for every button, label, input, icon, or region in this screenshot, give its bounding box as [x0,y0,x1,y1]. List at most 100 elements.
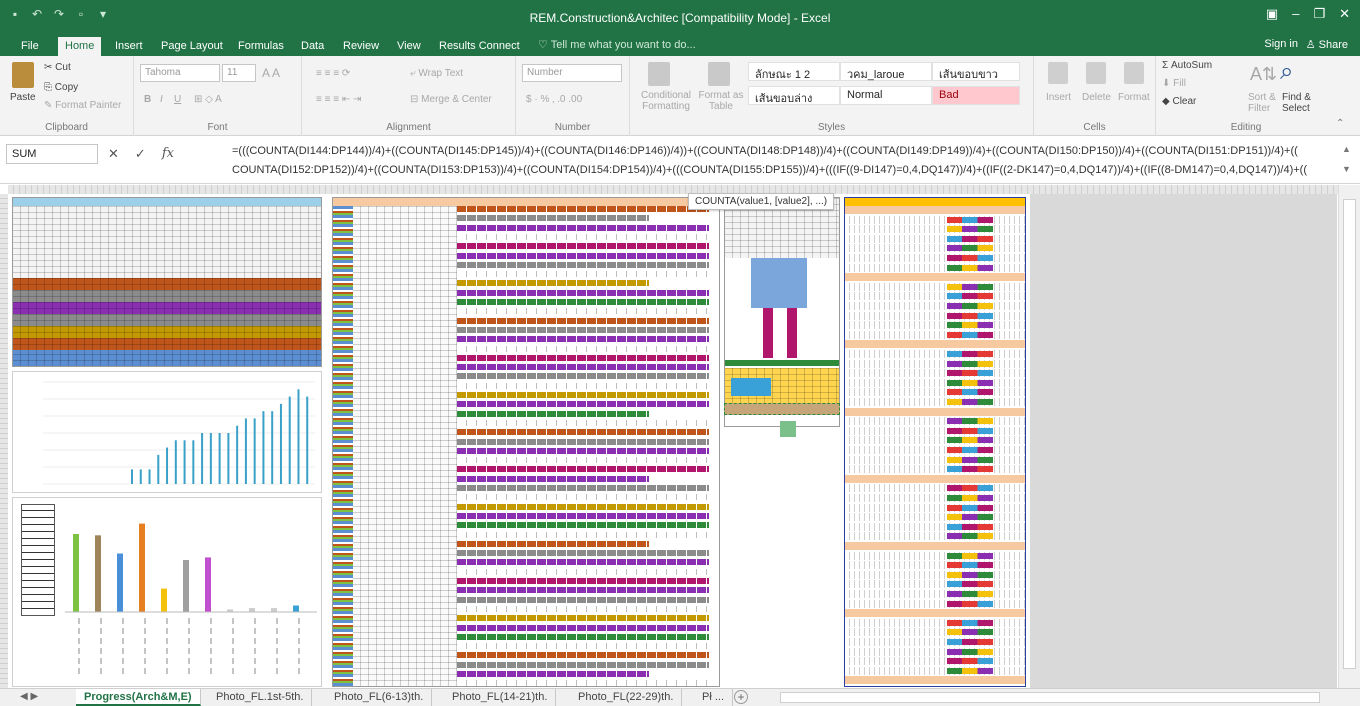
gantt-row [457,429,709,436]
sheet-nav-arrows[interactable]: ◀ ▶ [20,691,38,702]
tab-home[interactable]: Home [58,37,102,56]
sign-in-link[interactable]: Sign in [1264,38,1298,50]
fill-button[interactable]: ⬇ Fill [1162,78,1186,89]
conditional-formatting-icon[interactable] [648,62,670,86]
formula-input[interactable]: =(((COUNTA(DI144:DP144))/4)+((COUNTA(DI1… [232,142,1320,180]
tab-data[interactable]: Data [294,37,331,56]
delete-icon[interactable] [1086,62,1106,84]
format-table-icon[interactable] [708,62,730,86]
ribbon-display-icon[interactable]: ▣ [1266,6,1278,22]
grow-font-icon[interactable]: A A [262,66,280,80]
wrap-text-button[interactable]: ⤶ Wrap Text [410,68,463,79]
gantt-row [457,447,709,454]
category-chart-page [12,497,322,687]
gantt-row [457,280,649,287]
bold-button[interactable]: B [144,94,151,105]
align-h-icons[interactable]: ≡ ≡ ≡ ⇤ ⇥ [316,94,361,105]
clear-button[interactable]: ◆ Clear [1162,96,1196,107]
insert-icon[interactable] [1048,62,1068,84]
tab-results-connect[interactable]: Results Connect [432,37,527,56]
number-format-box[interactable]: Number [522,64,622,82]
align-icons[interactable]: ≡ ≡ ≡ ⟳ [316,68,350,79]
checklist-row [845,657,1025,666]
function-icon[interactable]: fx [162,146,174,162]
share-button[interactable]: ♙ Share [1306,38,1348,51]
clipboard-label: Clipboard [45,122,88,133]
checklist-row [845,618,1025,627]
sheet-tab-more[interactable]: Pł ... [694,689,734,706]
paste-icon[interactable] [12,62,34,88]
insert-button[interactable]: Insert [1046,92,1071,103]
sheet-tab-photo-2[interactable]: Photo_FL(6-13)th. [326,689,433,706]
tab-formulas[interactable]: Formulas [231,37,291,56]
find-select-button[interactable]: Find & Select [1282,92,1322,114]
format-painter-button[interactable]: ✎ Format Painter [44,100,121,111]
gantt-row [457,550,709,557]
progress-chart-page [12,371,322,493]
paste-button[interactable]: Paste [10,92,36,103]
bar [244,418,247,484]
style-cell-2[interactable]: วคม_laroue [840,62,932,81]
style-cell-1[interactable]: ลักษณะ 1 2 [748,62,840,81]
sort-filter-icon[interactable]: A⇅ [1250,64,1277,85]
sheet-tab-photo-1[interactable]: Photo_FL.1st-5th. [208,689,313,706]
style-cell-3[interactable]: เส้นขอบขาว [932,62,1020,81]
formula-expand-icon[interactable]: ▲ ▼ [1342,144,1352,174]
horizontal-scrollbar[interactable] [780,692,1320,703]
fill-icon: ⬇ [1162,78,1174,89]
tab-insert[interactable]: Insert [108,37,150,56]
checklist-row [845,206,1025,214]
conditional-formatting-button[interactable]: Conditional Formatting [634,90,698,112]
close-icon[interactable]: ✕ [1339,6,1350,22]
sheet-tab-photo-3[interactable]: Photo_FL(14-21)th. [444,689,557,706]
merge-center-button[interactable]: ⊟ Merge & Center [410,94,492,105]
worksheet-grid[interactable]: COUNTA(value1, [value2], ...) [0,185,1360,688]
enter-icon[interactable]: ✓ [135,146,146,162]
checklist-status [947,312,993,319]
delete-button[interactable]: Delete [1082,92,1111,103]
floating-shape[interactable] [780,421,796,437]
tell-me-box[interactable]: ♡ Tell me what you want to do... [538,38,696,51]
underline-button[interactable]: U [174,94,181,105]
scroll-thumb[interactable] [1343,199,1356,669]
format-button[interactable]: Format [1118,92,1150,103]
format-as-table-button[interactable]: Format as Table [696,90,746,112]
font-name-box[interactable]: Tahoma [140,64,220,82]
vertical-scrollbar[interactable] [1338,185,1360,688]
cells-group: Insert Delete Format Cells [1034,56,1156,136]
minimize-icon[interactable]: – [1292,6,1299,22]
style-cell-4[interactable]: เส้นขอบล่าง [748,86,840,105]
selected-range[interactable] [724,403,840,415]
checklist-row [845,426,1025,435]
autosum-button[interactable]: Σ AutoSum [1162,60,1212,71]
restore-icon[interactable]: ❐ [1313,6,1325,22]
tab-file[interactable]: File [14,37,46,56]
sort-filter-button[interactable]: Sort & Filter [1248,92,1282,114]
collapse-ribbon-icon[interactable]: ⌃ [1336,118,1344,129]
font-size-box[interactable]: 11 [222,64,256,82]
number-format-icons[interactable]: $ · % ‚ .0 .00 [526,94,582,105]
format-icon[interactable] [1124,62,1144,84]
tab-page-layout[interactable]: Page Layout [154,37,230,56]
sheet-tab-bar: ◀ ▶ Progress(Arch&M,E) Photo_FL.1st-5th.… [0,688,1360,706]
bar [249,608,255,612]
tab-review[interactable]: Review [336,37,386,56]
style-normal[interactable]: Normal [840,86,932,105]
magnifier-icon[interactable]: ⌕ [1280,58,1293,86]
sheet-tab-photo-4[interactable]: Photo_FL(22-29)th. [570,689,683,706]
bar [131,469,133,484]
add-sheet-icon[interactable]: + [734,690,748,704]
checklist-status [947,581,993,588]
sheet-tab-progress[interactable]: Progress(Arch&M,E) [76,689,201,706]
copy-button[interactable]: ⎘ Copy [44,82,78,93]
border-icon[interactable]: ⊞ ◇ A [194,94,222,105]
italic-button[interactable]: I [160,94,163,105]
lightbulb-icon: ♡ [538,39,551,51]
cancel-icon[interactable]: ✕ [108,146,119,162]
tab-view[interactable]: View [390,37,428,56]
name-box[interactable]: SUM [6,144,98,164]
style-bad[interactable]: Bad [932,86,1020,105]
gantt-row [457,438,709,445]
cut-button[interactable]: ✂ Cut [44,62,71,73]
checklist-title-strip [845,198,1025,206]
